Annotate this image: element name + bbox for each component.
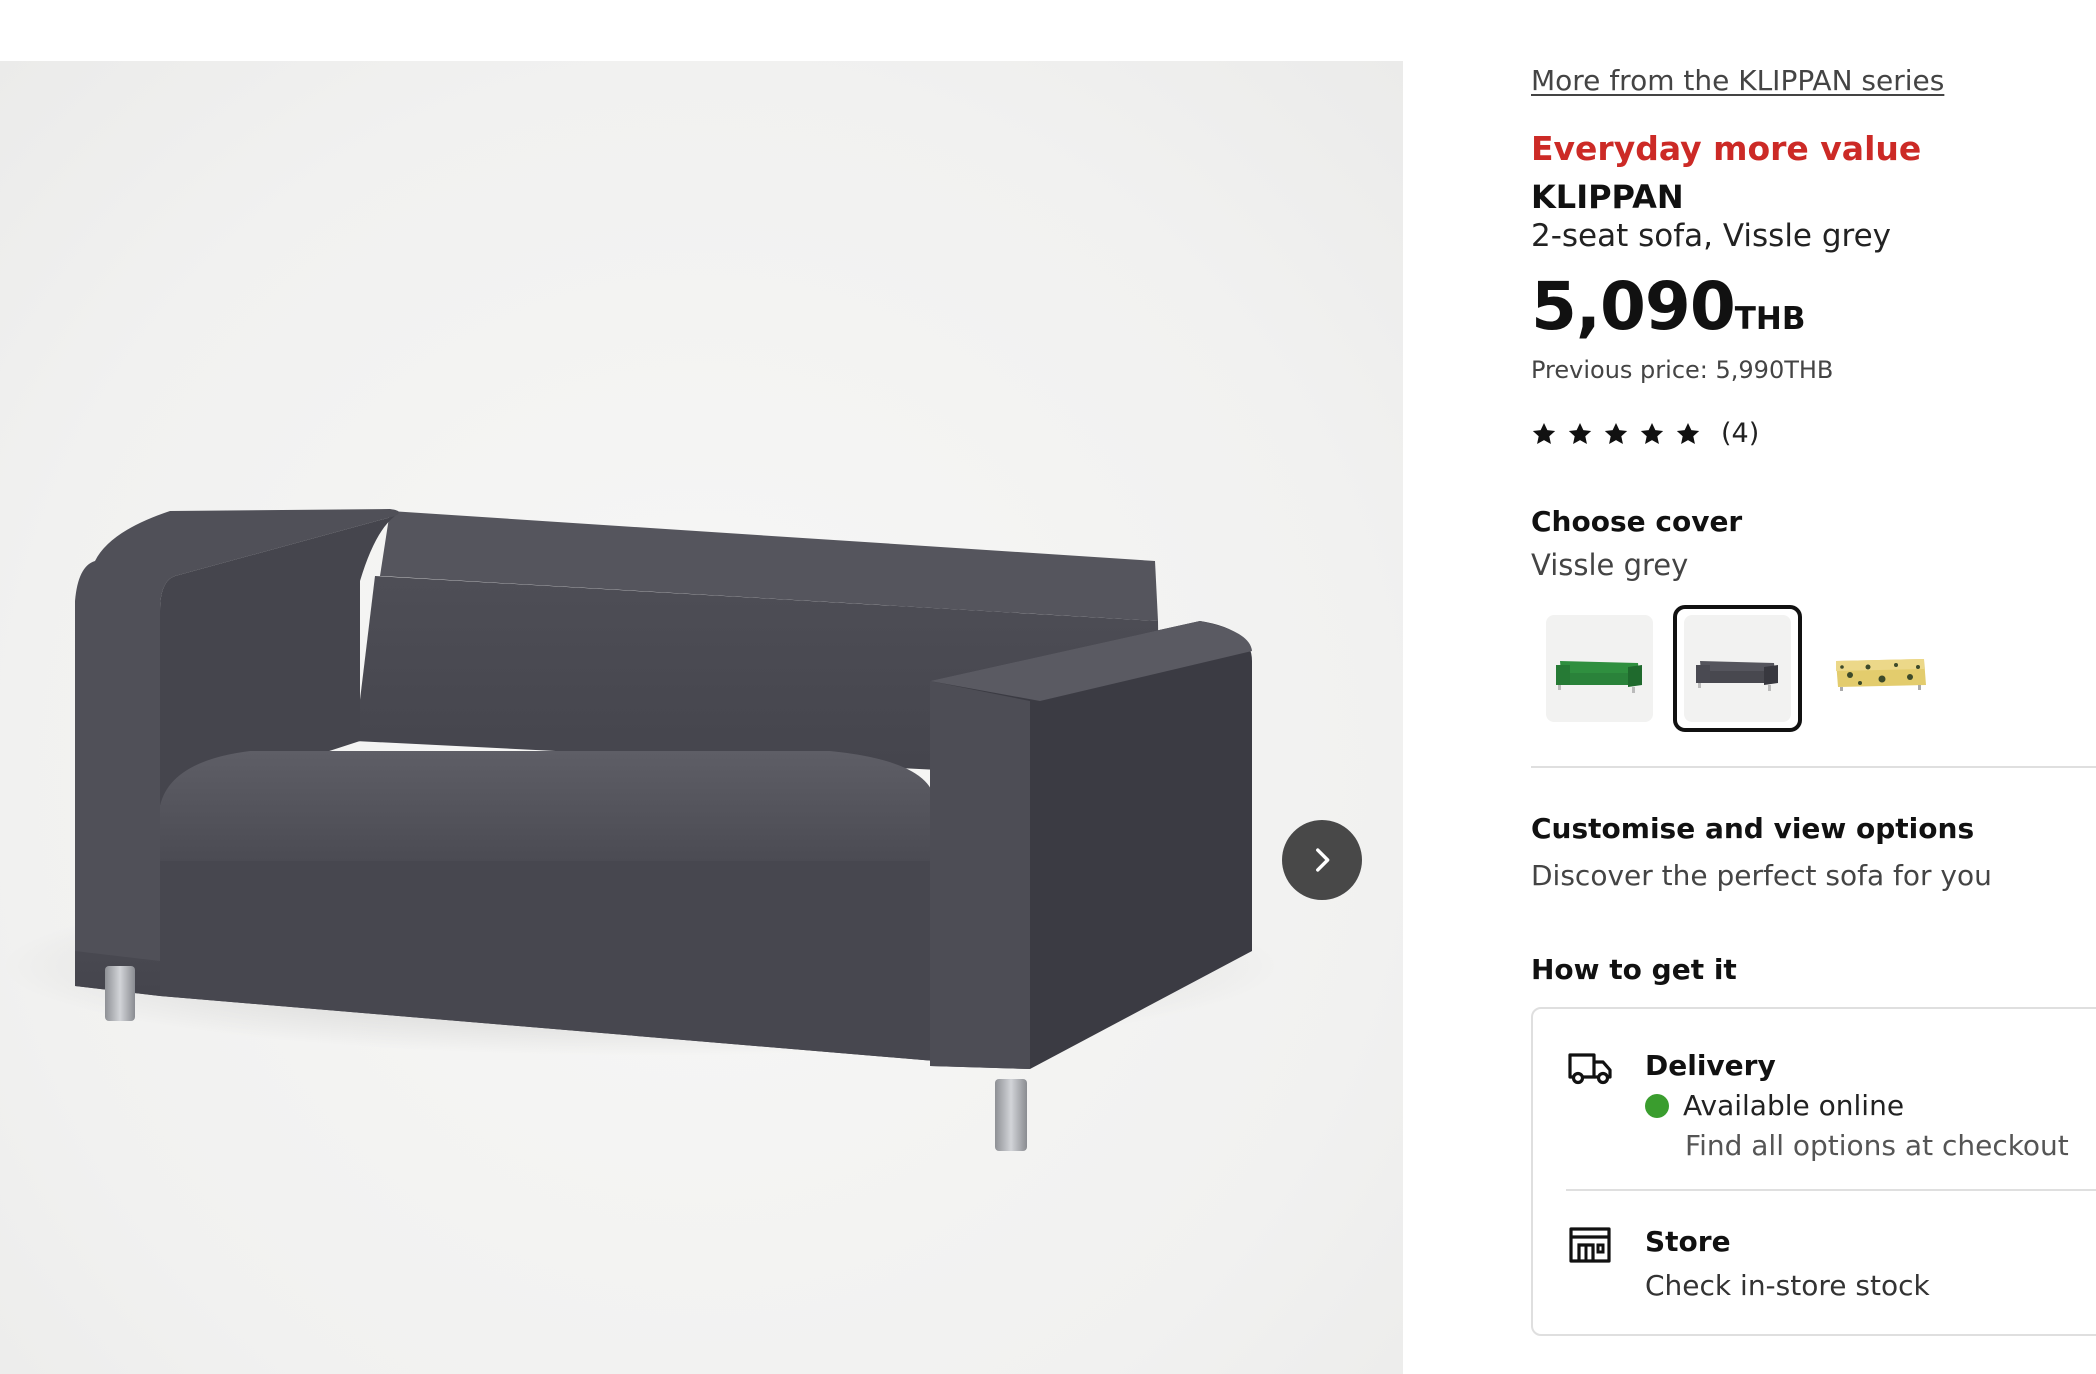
delivery-title: Delivery: [1645, 1049, 1776, 1082]
review-count: (4): [1721, 418, 1760, 449]
customise-options-link[interactable]: Customise and view options Discover the …: [1531, 812, 1992, 892]
rating-summary[interactable]: (4): [1531, 418, 1759, 449]
promo-tagline: Everyday more value: [1531, 129, 1922, 168]
product-info-panel: More from the KLIPPAN series Everyday mo…: [1531, 0, 2096, 1374]
delivery-status-text: Available online: [1683, 1089, 1905, 1122]
cover-swatch-green[interactable]: [1535, 605, 1664, 732]
store-stock-check: Check in-store stock: [1645, 1269, 1930, 1302]
series-link[interactable]: More from the KLIPPAN series: [1531, 64, 1944, 97]
star-icon: [1640, 422, 1664, 444]
how-to-get-it-heading: How to get it: [1531, 953, 1737, 986]
delivery-note: Find all options at checkout: [1685, 1129, 2069, 1162]
delivery-option[interactable]: Delivery Available online Find all optio…: [1533, 1009, 2096, 1189]
store-title: Store: [1645, 1225, 1731, 1258]
previous-price: Previous price: 5,990THB: [1531, 356, 1834, 384]
cover-swatch-grey[interactable]: [1673, 605, 1802, 732]
cover-swatch-yellow[interactable]: [1815, 605, 1944, 732]
star-icon: [1604, 422, 1628, 444]
product-page: More from the KLIPPAN series Everyday mo…: [0, 0, 2096, 1374]
next-image-button[interactable]: [1282, 820, 1362, 900]
product-price: 5,090THB: [1531, 268, 1805, 345]
grey-sofa-thumbnail: [1695, 660, 1778, 691]
star-icon: [1568, 422, 1592, 444]
star-icon: [1676, 422, 1700, 444]
product-image-gallery[interactable]: [0, 61, 1403, 1374]
selected-cover-name: Vissle grey: [1531, 548, 1689, 582]
store-icon: [1569, 1227, 1611, 1263]
available-status-dot: [1645, 1093, 1669, 1118]
yellow-sofa-thumbnail: [1835, 658, 1926, 691]
sofa-product-image: [0, 509, 1280, 1151]
chevron-right-icon: [1316, 848, 1330, 872]
star-icon: [1532, 422, 1556, 444]
delivery-availability: Available online: [1645, 1089, 1904, 1122]
store-option[interactable]: Store Check in-store stock: [1533, 1191, 2096, 1336]
section-divider: [1531, 766, 2096, 768]
choose-cover-heading: Choose cover: [1531, 505, 1743, 538]
truck-icon: [1568, 1053, 1612, 1085]
green-sofa-thumbnail: [1555, 660, 1642, 693]
price-currency: THB: [1734, 301, 1806, 337]
product-description: 2-seat sofa, Vissle grey: [1531, 218, 1892, 254]
fulfilment-options: Delivery Available online Find all optio…: [1531, 1007, 2096, 1336]
customise-subtitle: Discover the perfect sofa for you: [1531, 859, 1992, 892]
product-name: KLIPPAN: [1531, 178, 1684, 216]
customise-heading: Customise and view options: [1531, 812, 1975, 845]
price-amount: 5,090: [1531, 268, 1736, 345]
